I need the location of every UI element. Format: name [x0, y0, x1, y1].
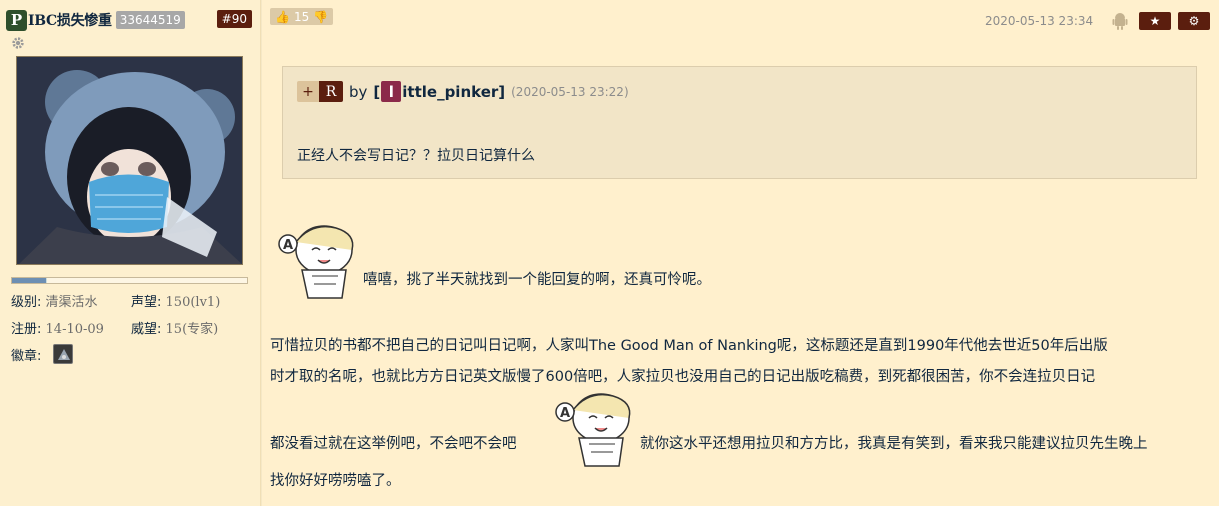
stat-prestige: 威望: 15(专家) [131, 322, 219, 337]
level-progress-bar [11, 277, 248, 284]
quote-header: + R by [ l ittle_pinker ] (2020-05-13 23… [297, 81, 629, 102]
quote-time: (2020-05-13 23:22) [511, 84, 629, 99]
username-row: P IBC损失惨重 33644519 #90 [6, 9, 256, 31]
stat-prestige-value: 15(专家) [165, 322, 219, 337]
quote-block: + R by [ l ittle_pinker ] (2020-05-13 23… [282, 66, 1197, 179]
gear-icon[interactable] [11, 36, 25, 50]
post-line-5: 找你好好唠唠嗑了。 [270, 473, 401, 489]
like-button[interactable]: 👍 15 👎 [270, 8, 334, 25]
post-settings-gear-button[interactable]: ⚙ [1178, 12, 1210, 30]
plus-button[interactable]: + [297, 81, 319, 102]
medal-icon[interactable] [53, 344, 73, 364]
stat-registered: 注册: 14-10-09 [11, 322, 104, 337]
user-id[interactable]: 33644519 [115, 11, 185, 29]
thumbs-down-icon[interactable]: 👎 [313, 10, 328, 24]
post-line-3: 时才取的名呢，也就比方方日记英文版慢了600倍吧，人家拉贝也没用自己的日记出版吃… [270, 369, 1096, 385]
post-timestamp: 2020-05-13 23:34 [985, 14, 1094, 28]
favorite-star-button[interactable]: ★ [1139, 12, 1171, 30]
user-group-badge: P [6, 9, 27, 31]
stat-level: 级别: 清渠活水 [11, 295, 98, 310]
quote-author-link[interactable]: [ l ittle_pinker ] [373, 81, 505, 102]
post-line-1: 嘻嘻，挑了半天就找到一个能回复的啊，还真可怜呢。 [363, 272, 711, 288]
stat-medal-label: 徽章: [11, 349, 42, 364]
quote-text: 正经人不会写日记？？拉贝日记算什么 [297, 148, 535, 164]
user-panel: P IBC损失惨重 33644519 #90 级别: 清渠活水 声望: 150(… [0, 0, 261, 506]
like-count: 15 [293, 9, 310, 24]
reply-r-button[interactable]: R [319, 81, 343, 102]
post-line-4b: 就你这水平还想用拉贝和方方比，我真是有笑到，看来我只能建议拉贝先生晚上 [640, 436, 1148, 452]
anime-sticker-image: A [278, 225, 354, 299]
android-icon [1112, 13, 1128, 30]
stat-fame-value: 150(lv1) [165, 295, 221, 310]
anime-sticker-image-2: A [555, 393, 631, 467]
quote-reply-buttons[interactable]: + R [297, 81, 343, 102]
username-link[interactable]: IBC损失惨重 [28, 10, 112, 30]
thumbs-up-icon: 👍 [275, 9, 290, 24]
avatar[interactable] [16, 56, 243, 265]
stat-level-value: 清渠活水 [45, 295, 98, 310]
post-panel: 👍 15 👎 2020-05-13 23:34 ★ ⚙ + R by [ l i… [262, 0, 1219, 506]
quote-by-label: by [349, 82, 368, 101]
stat-registered-value: 14-10-09 [45, 322, 104, 337]
svg-text:A: A [560, 406, 570, 421]
stat-fame: 声望: 150(lv1) [131, 295, 221, 310]
floor-number[interactable]: #90 [216, 10, 252, 28]
post-line-4a: 都没看过就在这举例吧，不会吧不会吧 [270, 436, 517, 452]
level-progress-fill [12, 278, 48, 283]
post-line-2: 可惜拉贝的书都不把自己的日记叫日记啊，人家叫The Good Man of Na… [270, 338, 1108, 354]
svg-text:A: A [283, 238, 293, 253]
